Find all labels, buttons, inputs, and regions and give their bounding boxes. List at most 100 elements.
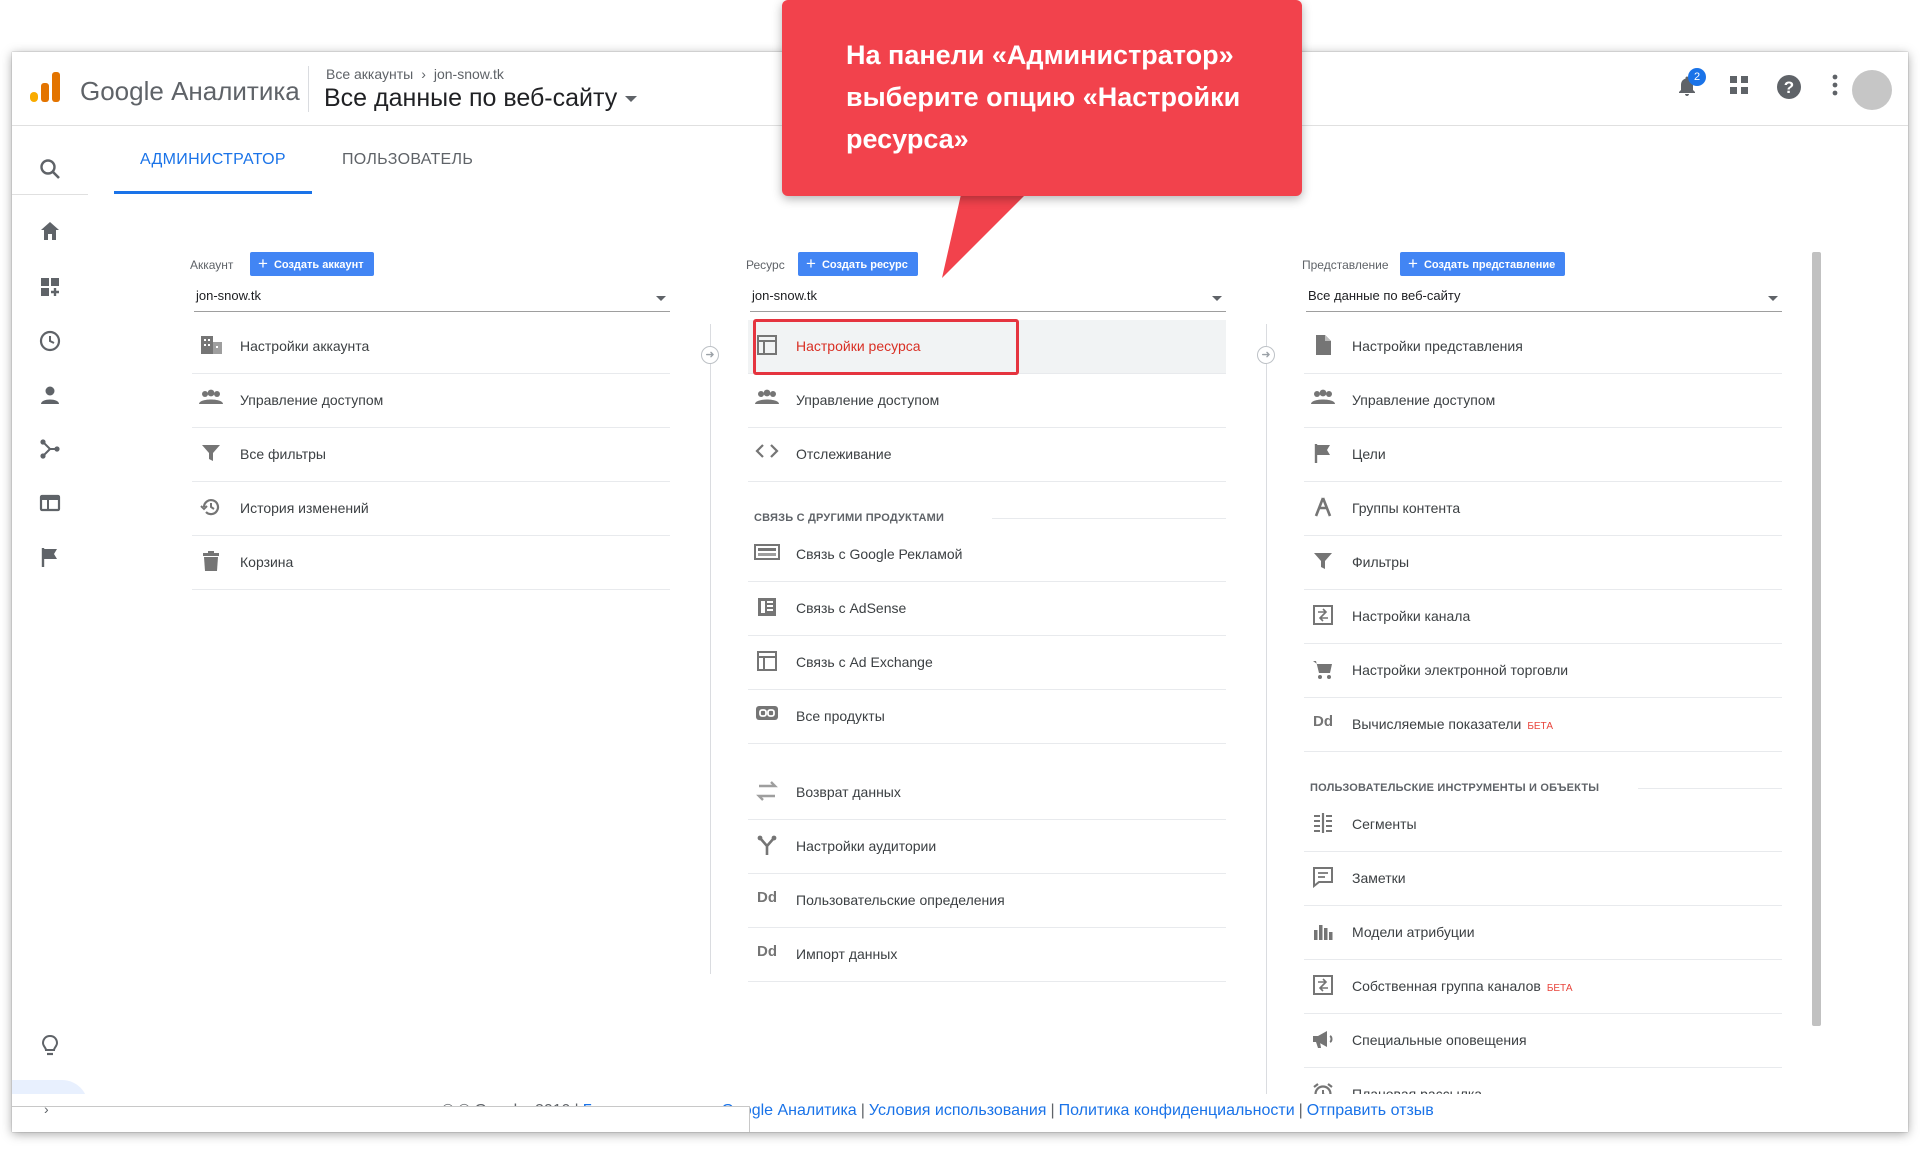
list-item-property-access[interactable]: Управление доступом (748, 374, 1226, 428)
channel-icon (1310, 604, 1336, 630)
filter-icon (1310, 550, 1336, 576)
arrow-right-icon: ➜ (701, 346, 719, 364)
discover-icon[interactable] (38, 1034, 62, 1058)
list-item-label: Пользовательские определения (796, 892, 1005, 908)
list-item-label: Фильтры (1352, 554, 1410, 570)
callout-annotation: На панели «Администратор» выберите опцию… (782, 0, 1302, 196)
section-heading-custom-tools: ПОЛЬЗОВАТЕЛЬСКИЕ ИНСТРУМЕНТЫ И ОБЪЕКТЫ (1310, 782, 1600, 794)
content-groups-icon (1310, 496, 1336, 522)
list-item-calculated-metrics[interactable]: Dd Вычисляемые показатели БЕТА (1304, 698, 1782, 752)
segments-icon (1310, 812, 1336, 838)
list-item-custom-definitions[interactable]: Dd Пользовательские определения (748, 874, 1226, 928)
list-item-tracking[interactable]: Отслеживание (748, 428, 1226, 482)
svg-text:Dd: Dd (757, 943, 777, 960)
list-item-label: История изменений (240, 500, 369, 516)
people-icon (1310, 388, 1336, 414)
acquisition-icon[interactable] (38, 438, 62, 462)
svg-text:Dd: Dd (1313, 713, 1333, 730)
column-separator (710, 324, 711, 974)
document-icon (1310, 334, 1336, 360)
realtime-icon[interactable] (38, 330, 62, 354)
list-item-all-products[interactable]: Все продукты (748, 690, 1226, 744)
list-item-label: Вычисляемые показатели БЕТА (1352, 716, 1553, 732)
footer-link-privacy[interactable]: Политика конфиденциальности (1059, 1102, 1295, 1119)
list-item-label: Связь с AdSense (796, 600, 907, 616)
list-item-label: Специальные оповещения (1352, 1032, 1527, 1048)
list-item-data-retention[interactable]: Возврат данных (748, 766, 1226, 820)
list-item-account-settings[interactable]: Настройки аккаунта (192, 320, 670, 374)
list-item-label: Связь с Ad Exchange (796, 654, 933, 670)
list-item-annotations[interactable]: Заметки (1304, 852, 1782, 906)
admin-content: ➜ ➜ Аккаунт + Создать аккаунт jon-snow.tk… (114, 194, 1816, 1122)
notes-icon (1310, 866, 1336, 892)
dd-icon: Dd (754, 888, 780, 914)
list-item-content-groups[interactable]: Группы контента (1304, 482, 1782, 536)
channel-icon (1310, 974, 1336, 1000)
list-item-account-access[interactable]: Управление доступом (192, 374, 670, 428)
list-item-segments[interactable]: Сегменты (1304, 798, 1782, 852)
custom-channel-grouping-label: Собственная группа каналов (1352, 978, 1541, 994)
list-item-label: Отслеживание (796, 446, 892, 462)
arrow-right-icon: ➜ (1257, 346, 1275, 364)
list-item-data-import[interactable]: Dd Импорт данных (748, 928, 1226, 982)
filter-icon (198, 442, 224, 468)
adexchange-icon (754, 650, 780, 676)
footer-link-terms[interactable]: Условия использования (869, 1102, 1047, 1119)
link-icon (754, 704, 780, 730)
list-item-adexchange-link[interactable]: Связь с Ad Exchange (748, 636, 1226, 690)
beta-badge: БЕТА (1527, 721, 1553, 732)
list-item-label: Настройки электронной торговли (1352, 662, 1569, 678)
list-item-label: Заметки (1352, 870, 1406, 886)
conversions-icon[interactable] (38, 546, 62, 570)
list-item-ecommerce-settings[interactable]: Настройки электронной торговли (1304, 644, 1782, 698)
list-item-label: Группы контента (1352, 500, 1461, 516)
list-item-view-access[interactable]: Управление доступом (1304, 374, 1782, 428)
list-item-label: Корзина (240, 554, 294, 570)
list-item-label: Настройки аккаунта (240, 338, 370, 354)
list-item-label: Настройки представления (1352, 338, 1523, 354)
section-divider (992, 518, 1226, 519)
beta-badge: БЕТА (1546, 983, 1573, 994)
bar-chart-icon (1310, 920, 1336, 946)
callout-text: На панели «Администратор» выберите опцию… (846, 40, 1241, 154)
list-item-goals[interactable]: Цели (1304, 428, 1782, 482)
behavior-icon[interactable] (38, 492, 62, 516)
list-item-label: Все фильтры (240, 446, 326, 462)
list-item-all-filters[interactable]: Все фильтры (192, 428, 670, 482)
code-icon (754, 442, 780, 468)
audience-icon[interactable] (38, 384, 62, 408)
list-item-adsense-link[interactable]: Связь с AdSense (748, 582, 1226, 636)
section-heading-product-links: СВЯЗЬ С ДРУГИМИ ПРОДУКТАМИ (754, 512, 945, 524)
list-item-channel-settings[interactable]: Настройки канала (1304, 590, 1782, 644)
list-item-label: Модели атрибуции (1352, 924, 1475, 940)
list-item-change-history[interactable]: История изменений (192, 482, 670, 536)
highlight-box (753, 319, 1019, 375)
list-item-trash[interactable]: Корзина (192, 536, 670, 590)
dd-icon: Dd (1310, 712, 1336, 738)
list-item-custom-alerts[interactable]: Специальные оповещения (1304, 1014, 1782, 1068)
audience-fork-icon (754, 834, 780, 860)
megaphone-icon (1310, 1028, 1336, 1054)
section-divider (1638, 788, 1782, 789)
adsense-icon (754, 596, 780, 622)
vertical-scrollbar[interactable] (1812, 252, 1821, 1026)
list-item-audience-settings[interactable]: Настройки аудитории (748, 820, 1226, 874)
list-item-label: Управление доступом (1352, 392, 1496, 408)
column-separator (1266, 324, 1267, 1094)
list-item-view-filters[interactable]: Фильтры (1304, 536, 1782, 590)
trash-icon (198, 550, 224, 576)
list-item-custom-channel-grouping[interactable]: Собственная группа каналов БЕТА (1304, 960, 1782, 1014)
bottom-panel-tab[interactable]: › (12, 1101, 750, 1132)
footer-link-feedback[interactable]: Отправить отзыв (1307, 1102, 1434, 1119)
svg-text:Dd: Dd (757, 889, 777, 906)
building-icon (198, 334, 224, 360)
list-item-label: Управление доступом (240, 392, 384, 408)
dd-icon: Dd (754, 942, 780, 968)
list-item-label: Связь с Google Рекламой (796, 546, 963, 562)
retention-icon (754, 780, 780, 806)
list-item-label: Настройки канала (1352, 608, 1471, 624)
list-item-attribution-models[interactable]: Модели атрибуции (1304, 906, 1782, 960)
list-item-view-settings[interactable]: Настройки представления (1304, 320, 1782, 374)
list-item-google-ads-link[interactable]: Связь с Google Рекламой (748, 528, 1226, 582)
list-item-label: Управление доступом (796, 392, 940, 408)
